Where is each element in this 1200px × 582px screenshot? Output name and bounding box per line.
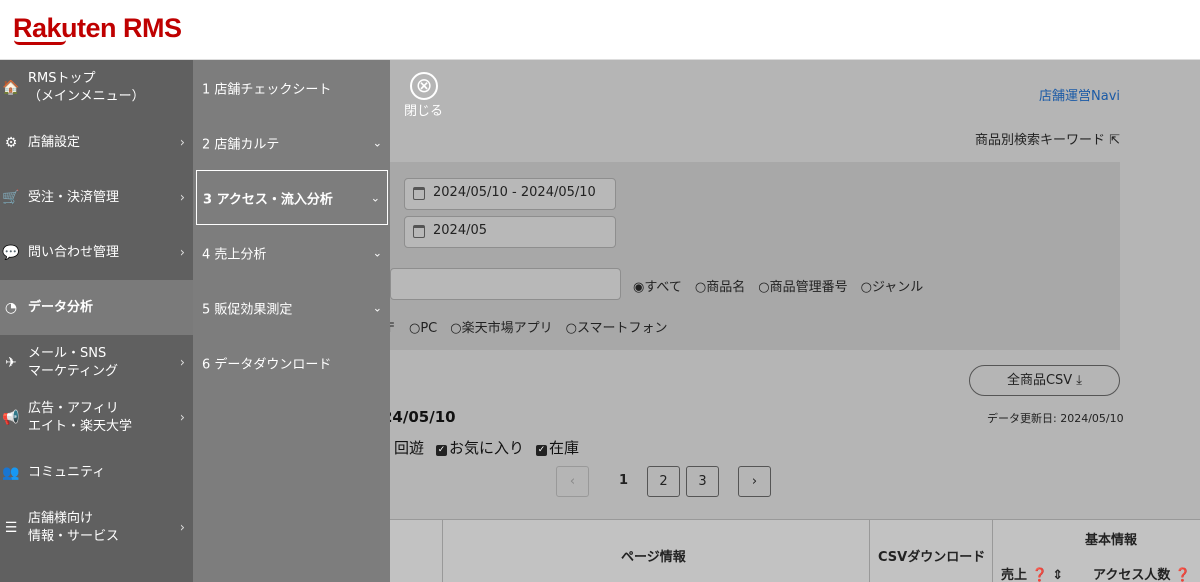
menu-item-mail-sns[interactable]: ✈ メール・SNS マーケティング › <box>0 335 193 390</box>
submenu-item-check-sheet[interactable]: 1 店舗チェックシート <box>193 60 390 115</box>
shop-settings-icon: ⚙ <box>4 134 18 151</box>
search-input[interactable] <box>390 268 621 300</box>
data-updated-label: データ更新日: 2024/05/10 <box>987 412 1124 425</box>
menu-item-services[interactable]: ☰ 店舗様向け 情報・サービス › <box>0 500 193 555</box>
mail-sns-icon: ✈ <box>5 354 17 371</box>
menu-item-home[interactable]: 🏠 RMSトップ （メインメニュー） <box>0 60 193 115</box>
chevron-right-icon: › <box>179 355 185 370</box>
table-divider <box>992 519 993 582</box>
inquiries-icon: 💬 <box>2 244 20 261</box>
date-range-value: 2024/05/10 - 2024/05/10 <box>433 185 596 200</box>
close-icon[interactable]: ⊗ <box>410 72 438 100</box>
table-header <box>390 519 1200 582</box>
submenu-item-label: 3 アクセス・流入分析 <box>203 192 333 207</box>
menu-item-community[interactable]: 👥 コミュニティ <box>0 445 193 500</box>
column-checkboxes: 回遊 ✓ お気に入り ✓ 在庫 <box>394 437 579 458</box>
checkbox-stock[interactable]: ✓ <box>536 445 548 456</box>
pager-page-3[interactable]: 3 <box>686 466 719 497</box>
submenu-item-label: 5 販促効果測定 <box>202 302 293 317</box>
submenu-item-sales[interactable]: 4 売上分析 ⌄ <box>193 225 390 280</box>
submenu-item-download[interactable]: 6 データダウンロード <box>193 335 390 390</box>
menu-item-data-analysis[interactable]: ◔ データ分析 <box>0 280 193 335</box>
menu-item-label: 店舗設定 <box>28 134 81 150</box>
search-type-radios[interactable]: ◉すべて ○商品名 ○商品管理番号 ○ジャンル <box>633 276 923 295</box>
checkbox-revisit-label[interactable]: 回遊 <box>394 439 424 457</box>
menu-item-label: 店舗様向け 情報・サービス <box>28 510 120 544</box>
close-label[interactable]: 閉じる <box>404 100 443 119</box>
submenu-item-label: 2 店舗カルテ <box>202 137 280 152</box>
menu-item-label: コミュニティ <box>28 464 106 480</box>
menu-item-label: RMSトップ （メインメニュー） <box>28 70 145 104</box>
th-basic-info: 基本情報 <box>1085 533 1138 548</box>
submenu-item-label: 6 データダウンロード <box>202 357 332 372</box>
th-csv-download: CSVダウンロード <box>878 550 986 565</box>
table-divider <box>442 519 443 582</box>
th-sales[interactable]: 売上 ❓ ⇕ <box>1001 564 1063 582</box>
chevron-right-icon: › <box>179 135 185 150</box>
month-input[interactable]: 2024/05 <box>404 216 616 248</box>
checkbox-stock-label[interactable]: 在庫 <box>549 439 579 457</box>
submenu-item-access[interactable]: 3 アクセス・流入分析 ⌄ <box>196 170 388 225</box>
primary-menu: 🏠 RMSトップ （メインメニュー） ⚙ 店舗設定 › 🛒 受注・決済管理 › 💬 問い合わせ管理… <box>0 60 193 582</box>
report-date-title: 24/05/10 <box>390 408 456 426</box>
data-analysis-icon: ◔ <box>4 299 18 316</box>
all-products-csv-button[interactable]: 全商品CSV ⤓ <box>969 365 1120 396</box>
home-icon: 🏠 <box>2 79 20 96</box>
menu-item-label: 広告・アフィリ エイト・楽天大学 <box>28 400 133 434</box>
month-value: 2024/05 <box>433 223 488 238</box>
submenu-item-karte[interactable]: 2 店舗カルテ ⌄ <box>193 115 390 170</box>
top-header: Rakuten RMS <box>0 0 1200 60</box>
menu-item-shop-settings[interactable]: ⚙ 店舗設定 › <box>0 115 193 170</box>
chevron-right-icon: › <box>179 520 185 535</box>
th-access-count[interactable]: アクセス人数 ❓ <box>1093 564 1191 582</box>
checkbox-favorite-label[interactable]: お気に入り <box>449 439 524 457</box>
menu-item-label: データ分析 <box>28 299 94 315</box>
community-icon: 👥 <box>2 464 20 481</box>
menu-item-label: 受注・決済管理 <box>28 189 120 205</box>
pager-next-button[interactable]: › <box>738 466 771 497</box>
chevron-down-icon: ⌄ <box>372 136 382 149</box>
calendar-icon <box>413 225 425 238</box>
chevron-down-icon: ⌄ <box>370 191 380 204</box>
pager-prev-button[interactable]: ‹ <box>556 466 589 497</box>
chevron-right-icon: › <box>179 245 185 260</box>
chevron-right-icon: › <box>179 410 185 425</box>
shop-navi-link[interactable]: 店舗運営Navi <box>1039 85 1120 104</box>
menu-item-label: 問い合わせ管理 <box>28 244 120 260</box>
th-page-info: ページ情報 <box>621 550 686 565</box>
menu-item-ads[interactable]: 📢 広告・アフィリ エイト・楽天大学 › <box>0 390 193 445</box>
ads-icon: 📢 <box>2 409 20 426</box>
device-radios[interactable]: 〒 ○PC ○楽天市場アプリ ○スマートフォン <box>390 317 668 336</box>
pager-page-2[interactable]: 2 <box>647 466 680 497</box>
services-icon: ☰ <box>4 519 18 536</box>
submenu-item-promo[interactable]: 5 販促効果測定 ⌄ <box>193 280 390 335</box>
keyword-link[interactable]: 商品別検索キーワード ⇱ <box>975 129 1120 148</box>
menu-item-inquiries[interactable]: 💬 問い合わせ管理 › <box>0 225 193 280</box>
chevron-down-icon: ⌄ <box>372 246 382 259</box>
logo-swoosh <box>14 40 66 45</box>
main-content: ⊗ 閉じる 店舗運営Navi 商品別検索キーワード ⇱ 2024/05/10 -… <box>390 60 1200 582</box>
date-range-input[interactable]: 2024/05/10 - 2024/05/10 <box>404 178 616 210</box>
menu-item-label: メール・SNS マーケティング <box>28 345 118 379</box>
submenu-item-label: 4 売上分析 <box>202 247 267 262</box>
chevron-right-icon: › <box>179 190 185 205</box>
table-divider <box>869 519 870 582</box>
menu-item-orders[interactable]: 🛒 受注・決済管理 › <box>0 170 193 225</box>
pager-current-page: 1 <box>619 473 629 488</box>
submenu-item-label: 1 店舗チェックシート <box>202 82 332 97</box>
checkbox-favorite[interactable]: ✓ <box>436 445 448 456</box>
calendar-icon <box>413 187 425 200</box>
orders-icon: 🛒 <box>2 189 20 206</box>
chevron-down-icon: ⌄ <box>372 301 382 314</box>
secondary-menu: 1 店舗チェックシート 2 店舗カルテ ⌄ 3 アクセス・流入分析 ⌄ 4 売上分析 ⌄ 5 … <box>193 60 390 582</box>
